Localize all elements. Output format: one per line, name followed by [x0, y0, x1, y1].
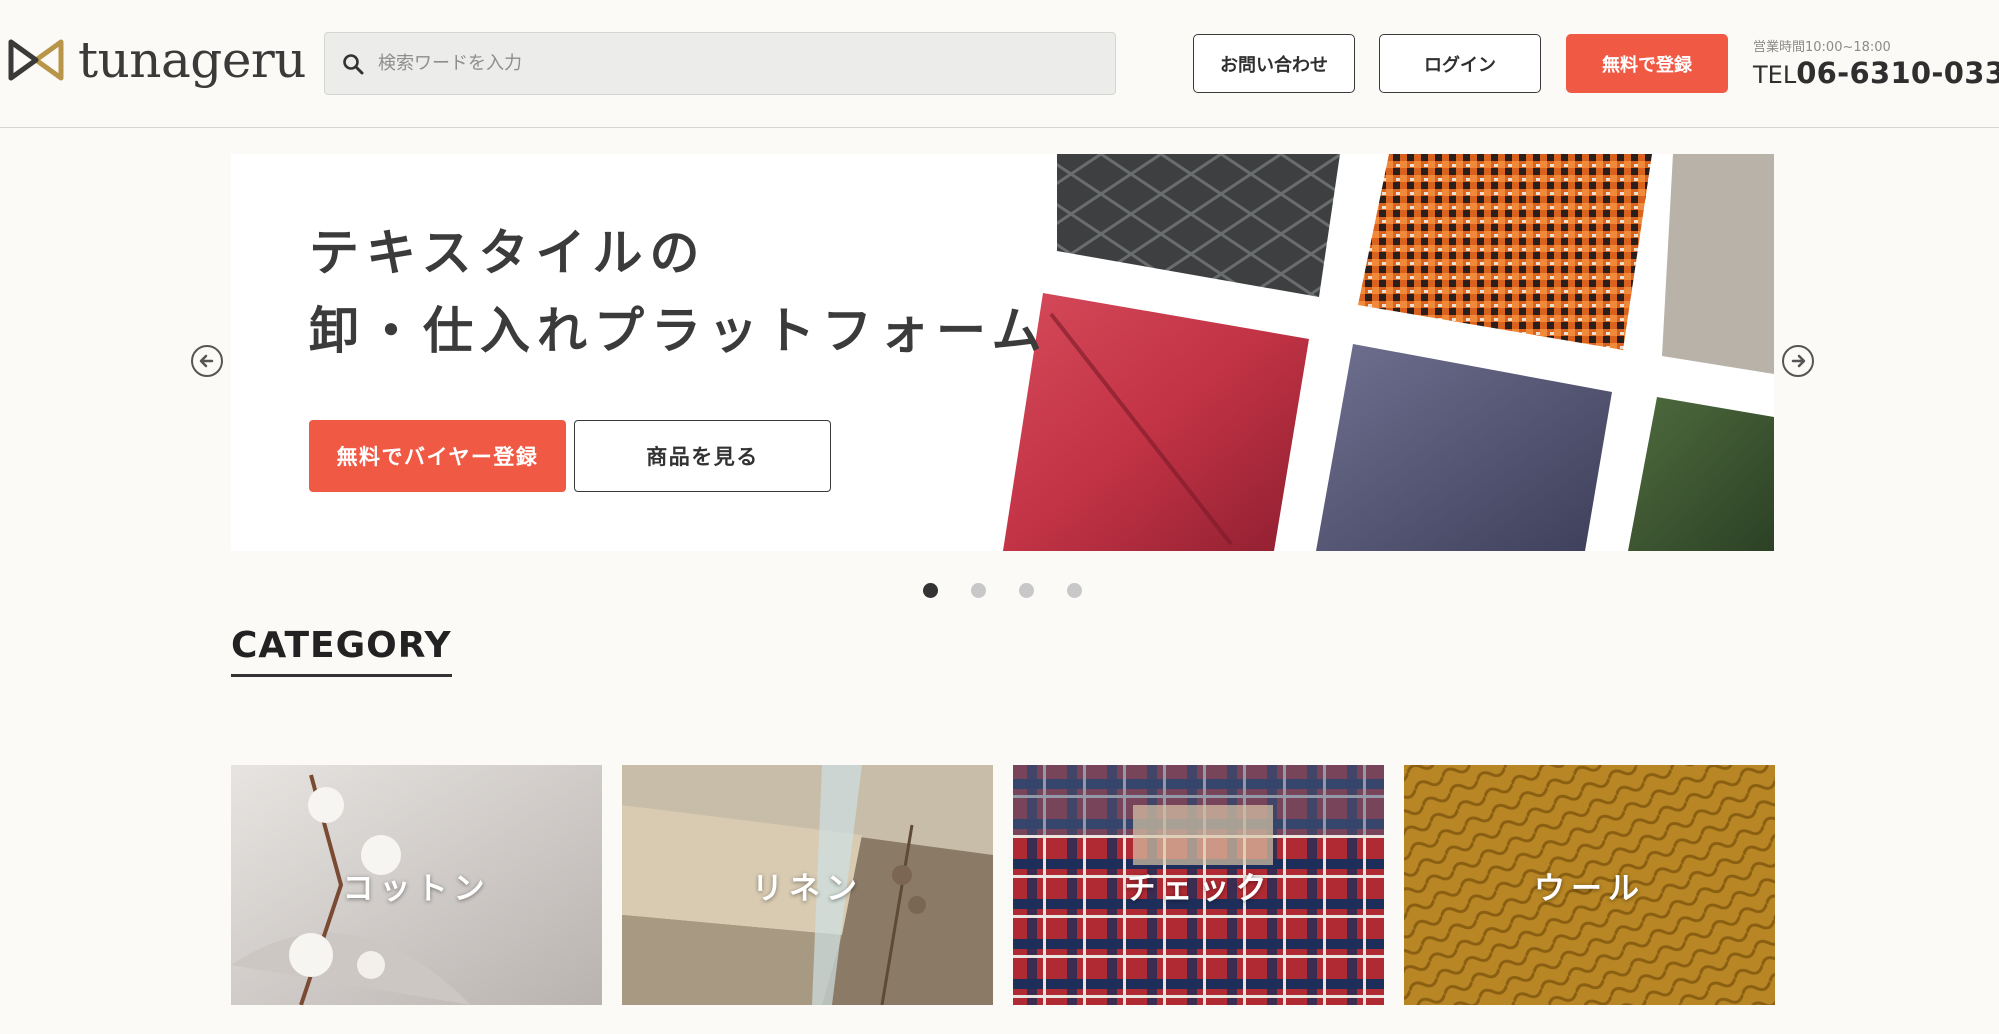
site-header: tunageru お問い合わせ ログイン 無料で登録 営業時間10:00~18:…: [0, 0, 1999, 128]
logo[interactable]: tunageru: [8, 30, 307, 90]
carousel-dot-1[interactable]: [923, 583, 938, 598]
arrow-left-circle-icon: [199, 354, 214, 368]
carousel-dot-4[interactable]: [1067, 583, 1082, 598]
hero-banner: テキスタイルの 卸・仕入れプラットフォーム 無料でバイヤー登録 商品を見る: [231, 154, 1774, 551]
logo-text: tunageru: [78, 31, 307, 89]
category-heading: CATEGORY: [231, 625, 452, 677]
register-button[interactable]: 無料で登録: [1566, 34, 1728, 93]
view-products-button[interactable]: 商品を見る: [574, 420, 831, 492]
hero-title-line1: テキスタイルの: [309, 224, 707, 282]
search-input[interactable]: [378, 53, 1098, 74]
hero-title: テキスタイルの 卸・仕入れプラットフォーム: [309, 214, 1049, 370]
hero-title-line2: 卸・仕入れプラットフォーム: [309, 302, 1049, 360]
carousel-dots: [923, 583, 1082, 598]
login-button[interactable]: ログイン: [1379, 34, 1541, 93]
phone-number[interactable]: TEL06-6310-0333: [1753, 56, 1999, 90]
search-icon: [342, 51, 368, 77]
carousel-next-button[interactable]: [1782, 345, 1814, 377]
arrow-right-circle-icon: [1791, 354, 1806, 368]
category-card-linen[interactable]: リネン: [622, 765, 993, 1005]
contact-button[interactable]: お問い合わせ: [1193, 34, 1355, 93]
carousel-dot-3[interactable]: [1019, 583, 1034, 598]
category-card-check[interactable]: チェック: [1013, 765, 1384, 1005]
carousel-prev-button[interactable]: [191, 345, 223, 377]
tel-prefix: TEL: [1753, 61, 1797, 89]
bowtie-logo-icon: [8, 37, 64, 83]
category-card-wool[interactable]: ウール: [1404, 765, 1775, 1005]
category-label: ウール: [1534, 870, 1645, 907]
search-bar[interactable]: [324, 32, 1116, 95]
carousel-dot-2[interactable]: [971, 583, 986, 598]
category-label: チェック: [1124, 870, 1273, 907]
buyer-register-button[interactable]: 無料でバイヤー登録: [309, 420, 566, 492]
category-label: リネン: [752, 870, 863, 907]
category-label: コットン: [342, 870, 491, 907]
business-hours: 営業時間10:00~18:00: [1753, 40, 1891, 55]
category-card-cotton[interactable]: コットン: [231, 765, 602, 1005]
tel-number: 06-6310-0333: [1796, 56, 1999, 90]
